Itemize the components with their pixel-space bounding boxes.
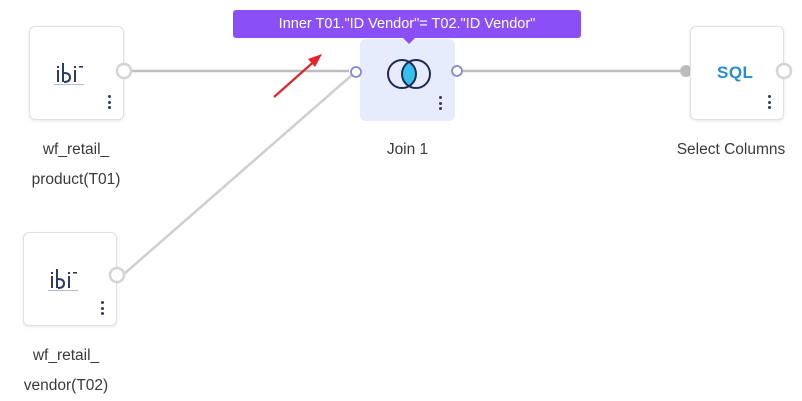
join-condition-tooltip: Inner T01."ID Vendor"= T02."ID Vendor"	[233, 10, 581, 38]
source-node-product[interactable]	[29, 26, 124, 120]
annotation-arrow-icon	[273, 54, 322, 98]
sql-icon: SQL	[717, 63, 754, 82]
venn-join-icon	[387, 59, 431, 89]
node-menu-button[interactable]	[438, 96, 442, 110]
output-port[interactable]	[107, 265, 127, 285]
node-label-join: Join 1	[386, 141, 429, 158]
tooltip-arrow	[402, 37, 416, 44]
node-menu-button[interactable]	[107, 95, 111, 109]
ibi-logo-icon	[48, 269, 78, 291]
node-label-vendor: wf_retail_ vendor(T02)	[23, 347, 109, 394]
node-label-product: wf_retail_ product(T01)	[31, 141, 121, 188]
select-columns-node[interactable]: SQL	[690, 26, 784, 120]
output-port[interactable]	[114, 61, 134, 81]
input-port[interactable]	[349, 65, 363, 79]
node-label-select: Select Columns	[676, 141, 786, 158]
node-menu-button[interactable]	[767, 95, 771, 109]
output-port[interactable]	[774, 61, 794, 81]
ibi-logo-icon	[54, 63, 84, 85]
source-node-vendor[interactable]	[23, 232, 117, 326]
flow-canvas[interactable]: wf_retail_ product(T01) wf_retail_ vendo…	[0, 0, 802, 398]
output-port[interactable]	[450, 64, 464, 78]
join-node[interactable]	[360, 39, 455, 121]
wire-vendor-to-join[interactable]	[123, 74, 353, 275]
node-menu-button[interactable]	[100, 301, 104, 315]
